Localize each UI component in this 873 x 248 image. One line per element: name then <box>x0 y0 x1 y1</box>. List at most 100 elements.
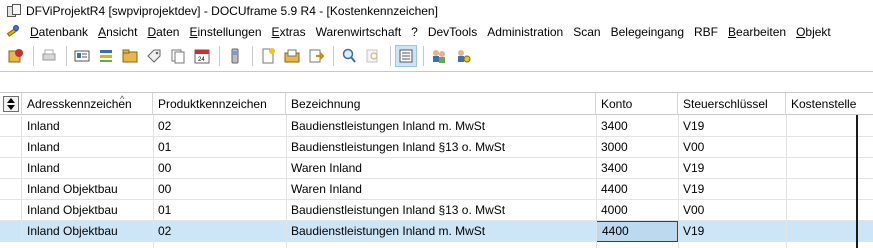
menu-scan[interactable]: Scan <box>573 25 610 39</box>
phone-icon[interactable] <box>224 45 246 67</box>
menu-ansicht[interactable]: Ansicht <box>98 25 147 39</box>
cell-produktkennzeichen[interactable]: 02 <box>153 116 286 137</box>
column-chooser-button[interactable] <box>0 93 22 115</box>
cell-bezeichnung[interactable]: Waren Inland <box>286 158 596 179</box>
toolbar-separator <box>66 46 67 66</box>
cell-bezeichnung[interactable]: Baudienstleistungen Inland m. MwSt <box>286 221 596 242</box>
form-view-icon[interactable] <box>395 45 417 67</box>
data-grid: ^ Adresskennzeichen Produktkennzeichen B… <box>0 93 873 248</box>
folder-icon[interactable] <box>119 45 141 67</box>
cell-adresskennzeichen[interactable]: Inland <box>22 116 153 137</box>
table-row[interactable]: Inland 00 Waren Inland 3400 V19 <box>0 158 873 179</box>
export-icon[interactable] <box>305 45 327 67</box>
cell-bezeichnung[interactable]: Waren Inland <box>286 179 596 200</box>
cell-steuerschluessel[interactable]: V00 <box>678 137 786 158</box>
cell-kostenstelle[interactable] <box>786 137 856 158</box>
cell-kostenstelle[interactable] <box>786 221 856 242</box>
cell-adresskennzeichen[interactable]: Inland Objektbau <box>22 221 153 242</box>
grid-right-border <box>856 115 858 248</box>
menu-devtools[interactable]: DevTools <box>428 25 487 39</box>
new-document-icon[interactable] <box>257 45 279 67</box>
users-icon[interactable] <box>428 45 450 67</box>
cell-produktkennzeichen[interactable]: 01 <box>153 137 286 158</box>
menu-belegeingang[interactable]: Belegeingang <box>611 25 694 39</box>
menu-administration[interactable]: Administration <box>487 25 573 39</box>
cell-steuerschluessel[interactable]: V19 <box>678 179 786 200</box>
cell-produktkennzeichen[interactable]: 01 <box>153 200 286 221</box>
cell-produktkennzeichen[interactable]: 00 <box>153 179 286 200</box>
column-adresskennzeichen[interactable]: ^ Adresskennzeichen <box>22 93 153 115</box>
print-icon[interactable] <box>38 45 60 67</box>
menu-warenwirtschaft[interactable]: Warenwirtschaft <box>316 25 412 39</box>
pin-icon[interactable] <box>5 24 21 40</box>
copy-icon[interactable] <box>167 45 189 67</box>
tag-icon[interactable] <box>143 45 165 67</box>
cell-kostenstelle[interactable] <box>786 116 856 137</box>
cell-bezeichnung[interactable]: Baudienstleistungen Inland §13 o. MwSt <box>286 200 596 221</box>
row-selector[interactable] <box>0 137 22 158</box>
cell-konto[interactable]: 3400 <box>596 116 678 137</box>
new-record-icon[interactable] <box>5 45 27 67</box>
grid-divider <box>678 115 679 248</box>
title-bar: DFViProjektR4 [swpviprojektdev] - DOCUfr… <box>0 0 873 22</box>
table-row-selected[interactable]: Inland Objektbau 02 Baudienstleistungen … <box>0 221 873 242</box>
table-row[interactable]: Inland 01 Baudienstleistungen Inland §13… <box>0 137 873 158</box>
cell-produktkennzeichen[interactable]: 02 <box>153 221 286 242</box>
cell-steuerschluessel[interactable]: V19 <box>678 116 786 137</box>
toolbar-separator <box>252 46 253 66</box>
search-disabled-icon[interactable] <box>362 45 384 67</box>
menu-einstellungen[interactable]: Einstellungen <box>189 25 271 39</box>
cell-kostenstelle[interactable] <box>786 158 856 179</box>
menu-datenbank[interactable]: Datenbank <box>30 25 98 39</box>
open-document-icon[interactable] <box>281 45 303 67</box>
row-selector[interactable] <box>0 158 22 179</box>
cell-bezeichnung[interactable]: Baudienstleistungen Inland §13 o. MwSt <box>286 137 596 158</box>
cell-kostenstelle[interactable] <box>786 179 856 200</box>
cell-produktkennzeichen[interactable]: 00 <box>153 158 286 179</box>
menu-objekt[interactable]: Objekt <box>796 25 841 39</box>
cell-steuerschluessel[interactable]: V00 <box>678 200 786 221</box>
menu-rbf[interactable]: RBF <box>694 25 728 39</box>
menu-daten[interactable]: Daten <box>147 25 189 39</box>
app-icon <box>7 4 21 18</box>
cell-konto[interactable]: 3000 <box>596 137 678 158</box>
toolbar-separator <box>219 46 220 66</box>
cell-steuerschluessel[interactable]: V19 <box>678 158 786 179</box>
row-selector[interactable] <box>0 200 22 221</box>
row-selector[interactable] <box>0 179 22 200</box>
column-konto[interactable]: Konto <box>596 93 678 115</box>
cell-adresskennzeichen[interactable]: Inland Objektbau <box>22 200 153 221</box>
cell-konto-focused[interactable]: 4400 <box>596 221 678 242</box>
row-selector[interactable] <box>0 221 22 242</box>
column-steuerschluessel[interactable]: Steuerschlüssel <box>678 93 786 115</box>
cell-konto[interactable]: 4400 <box>596 179 678 200</box>
toolbar-separator <box>333 46 334 66</box>
column-produktkennzeichen[interactable]: Produktkennzeichen <box>153 93 286 115</box>
cell-adresskennzeichen[interactable]: Inland Objektbau <box>22 179 153 200</box>
cell-adresskennzeichen[interactable]: Inland <box>22 137 153 158</box>
list-icon[interactable] <box>95 45 117 67</box>
cell-kostenstelle[interactable] <box>786 200 856 221</box>
menu-bar: Datenbank Ansicht Daten Einstellungen Ex… <box>0 22 873 42</box>
address-card-icon[interactable] <box>71 45 93 67</box>
column-kostenstelle[interactable]: Kostenstelle <box>786 93 856 115</box>
row-selector[interactable] <box>0 116 22 137</box>
cell-konto[interactable]: 4000 <box>596 200 678 221</box>
menu-help[interactable]: ? <box>411 25 428 39</box>
user-settings-icon[interactable] <box>452 45 474 67</box>
grid-divider <box>153 115 154 248</box>
cell-konto[interactable]: 3400 <box>596 158 678 179</box>
sort-ascending-icon: ^ <box>120 94 125 104</box>
calendar-icon[interactable]: 24 <box>191 45 213 67</box>
cell-adresskennzeichen[interactable]: Inland <box>22 158 153 179</box>
search-icon[interactable] <box>338 45 360 67</box>
cell-bezeichnung[interactable]: Baudienstleistungen Inland m. MwSt <box>286 116 596 137</box>
table-row[interactable]: Inland Objektbau 00 Waren Inland 4400 V1… <box>0 179 873 200</box>
menu-extras[interactable]: Extras <box>272 25 316 39</box>
table-row[interactable]: Inland Objektbau 01 Baudienstleistungen … <box>0 200 873 221</box>
cell-steuerschluessel[interactable]: V19 <box>678 221 786 242</box>
column-bezeichnung[interactable]: Bezeichnung <box>286 93 596 115</box>
menu-bearbeiten[interactable]: Bearbeiten <box>728 25 796 39</box>
table-row[interactable]: Inland 02 Baudienstleistungen Inland m. … <box>0 116 873 137</box>
filter-bar[interactable] <box>0 71 873 93</box>
